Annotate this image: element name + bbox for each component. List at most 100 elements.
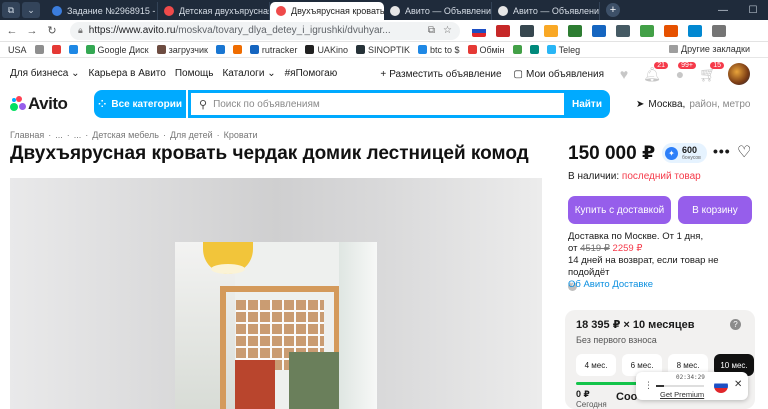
help-question-icon[interactable]: ?	[730, 319, 741, 330]
browser-tab-5[interactable]: Авито — Объявления на ✕	[492, 2, 600, 20]
extension-icon[interactable]	[592, 24, 606, 37]
avito-logo-icon	[10, 96, 26, 112]
translate-icon[interactable]: ⧉	[428, 25, 435, 36]
messages-icon[interactable]: ● 99+	[672, 62, 696, 82]
buy-with-delivery-button[interactable]: Купить с доставкой	[568, 196, 671, 224]
bookmark-exchange[interactable]: Обмін	[467, 45, 505, 55]
extension-icon[interactable]	[496, 24, 510, 37]
extension-icon[interactable]	[688, 24, 702, 37]
bookmark-item[interactable]	[34, 45, 44, 54]
browser-tab-4[interactable]: Авито — Объявления на	[384, 2, 492, 20]
message-count-badge: 99+	[678, 62, 696, 69]
avito-top-nav: Для бизнеса ⌄ Карьера в Авито Помощь Кат…	[0, 58, 768, 88]
url-field[interactable]: 🔒︎ https://www.avito.ru /moskva/tovary_d…	[70, 21, 460, 40]
avatar[interactable]	[728, 63, 750, 85]
bookmark-downloader[interactable]: загрузчик	[156, 45, 208, 55]
russia-flag-icon[interactable]	[472, 24, 486, 37]
bonus-badge[interactable]: ✦ 600 бонусов	[662, 143, 707, 163]
tab-favicon-icon	[164, 6, 174, 16]
extension-icon[interactable]	[664, 24, 678, 37]
lock-icon: 🔒︎	[78, 25, 83, 35]
bookmark-item[interactable]	[512, 45, 522, 54]
breadcrumb-kids-furniture[interactable]: Детская мебель	[92, 130, 159, 140]
breadcrumb-for-kids[interactable]: Для детей	[170, 130, 213, 140]
favorite-heart-icon[interactable]: ♡	[737, 142, 751, 162]
find-button[interactable]: Найти	[564, 90, 610, 118]
cart-count-badge: 15	[710, 62, 724, 69]
location-arrow-icon: ➤	[636, 98, 645, 110]
extension-icon[interactable]	[544, 24, 558, 37]
minimize-icon[interactable]: —	[708, 0, 738, 20]
bookmark-item[interactable]	[232, 45, 242, 54]
bookmark-item[interactable]	[529, 45, 539, 54]
breadcrumb-home[interactable]: Главная	[10, 130, 44, 140]
extension-icon[interactable]	[616, 24, 630, 37]
bookmark-item[interactable]: USA	[8, 45, 27, 55]
all-categories-button[interactable]: ⁘ Все категории	[94, 90, 186, 118]
nav-link-business[interactable]: Для бизнеса ⌄	[10, 68, 80, 79]
favorites-heart-icon[interactable]: ♥	[616, 66, 632, 82]
bookmark-icon	[512, 45, 522, 54]
browser-menu-icon[interactable]: ⧉	[2, 2, 20, 18]
drag-handle-icon[interactable]: ⋮	[644, 380, 653, 391]
maximize-icon[interactable]: ☐	[738, 0, 768, 20]
address-bar-row: ← → ↻ 🔒︎ https://www.avito.ru /moskva/to…	[0, 20, 768, 42]
bookmark-item[interactable]	[51, 45, 61, 54]
browser-tab-2[interactable]: Детская двухъярусная кр	[158, 2, 270, 20]
close-icon[interactable]: ✕	[734, 379, 742, 390]
notifications-bell-icon[interactable]: 🔔︎ 21	[643, 62, 668, 82]
get-premium-link[interactable]: Get Premium	[660, 390, 704, 399]
folder-icon	[669, 45, 679, 53]
russia-flag-icon[interactable]	[714, 379, 728, 393]
bookmark-icon	[68, 45, 78, 54]
menu-icon[interactable]	[712, 24, 726, 37]
price: 150 000 ₽	[568, 143, 656, 164]
nav-link-career[interactable]: Карьера в Авито	[89, 68, 166, 79]
nav-link-help-hashtag[interactable]: #яПомогаю	[285, 68, 338, 79]
extension-icon[interactable]	[520, 24, 534, 37]
bookmark-icon	[529, 45, 539, 54]
bonus-coin-icon: ✦	[665, 146, 678, 160]
bookmark-btc[interactable]: btc to $	[417, 45, 460, 55]
browser-tab-1[interactable]: Задание №2968915 - прос	[46, 2, 158, 20]
url-domain: https://www.avito.ru	[88, 25, 176, 36]
bookmark-rutracker[interactable]: rutracker	[249, 45, 297, 55]
breadcrumb-beds[interactable]: Кровати	[224, 130, 258, 140]
bookmark-telegram[interactable]: Teleg	[546, 45, 580, 55]
bookmark-uakino[interactable]: UAKino	[305, 45, 348, 55]
bookmark-item[interactable]	[215, 45, 225, 54]
tab-list-chevron-icon[interactable]: ⌄	[22, 2, 40, 18]
avito-logo[interactable]: Avito	[10, 94, 90, 114]
post-ad-link[interactable]: + Разместить объявление	[380, 69, 501, 80]
new-tab-button[interactable]: +	[606, 3, 620, 17]
breadcrumb: Главная · ... · ... · Детская мебель · Д…	[10, 130, 258, 140]
reload-icon[interactable]: ↻	[44, 24, 60, 37]
bookmark-google-drive[interactable]: Google Диск	[85, 45, 149, 55]
forward-icon[interactable]: →	[24, 25, 40, 37]
more-options-icon[interactable]: •••	[713, 143, 731, 159]
bookmark-sinoptik[interactable]: SINOPTIK	[355, 45, 410, 55]
vpn-progress	[656, 385, 704, 387]
nav-link-catalogs[interactable]: Каталоги ⌄	[222, 68, 275, 79]
download-icon[interactable]	[640, 24, 654, 37]
url-path: /moskva/tovary_dlya_detey_i_igrushki/dvu…	[175, 25, 391, 36]
nav-link-help[interactable]: Помощь	[175, 68, 214, 79]
browser-tab-active[interactable]: Двухъярусная кровать ✕	[270, 2, 384, 20]
about-delivery-link[interactable]: Об Авито Доставке	[568, 279, 653, 290]
bookmark-item[interactable]	[68, 45, 78, 54]
search-input[interactable]: ⚲ Поиск по объявлениям	[188, 90, 564, 118]
photo-gallery[interactable]	[10, 178, 542, 409]
add-to-cart-button[interactable]: В корзину	[678, 196, 752, 224]
term-option[interactable]: 4 мес.	[576, 354, 616, 376]
plus-icon: +	[380, 68, 387, 80]
location-selector[interactable]: ➤ Москва, район, метро	[636, 99, 750, 110]
bookmark-icon	[249, 45, 259, 54]
extension-icon[interactable]	[568, 24, 582, 37]
other-bookmarks[interactable]: Другие закладки	[669, 44, 750, 54]
listing-photo[interactable]	[175, 242, 377, 409]
my-ads-link[interactable]: ▢ Мои объявления	[514, 69, 604, 80]
back-icon[interactable]: ←	[4, 25, 20, 37]
bookmark-star-icon[interactable]: ☆	[443, 25, 452, 36]
bookmark-icon	[232, 45, 242, 54]
cart-icon[interactable]: 🛒︎ 15	[699, 62, 724, 82]
